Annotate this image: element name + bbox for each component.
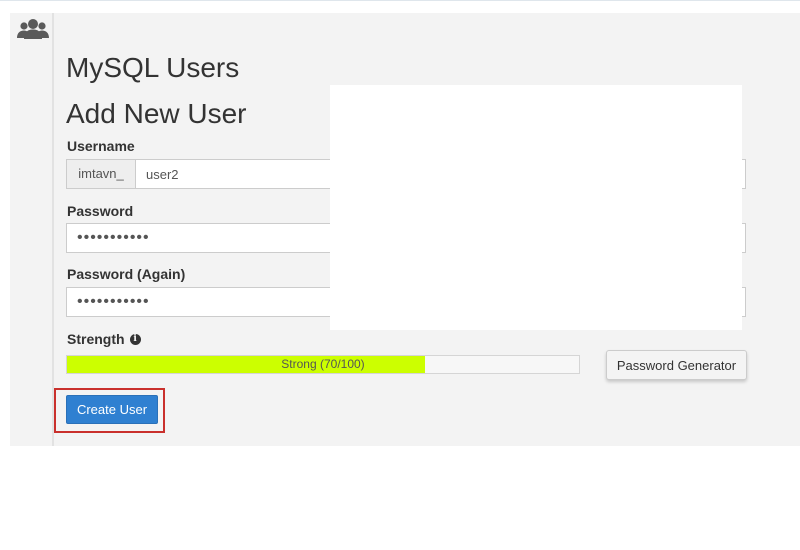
create-user-button[interactable]: Create User — [66, 395, 158, 424]
username-prefix: imtavn_ — [66, 159, 136, 189]
strength-meter-text: Strong (70/100) — [281, 357, 365, 371]
sidebar-divider — [52, 13, 54, 446]
strength-meter: Strong (70/100) — [66, 355, 580, 374]
info-icon[interactable]: i — [129, 333, 141, 345]
redacted-area — [330, 85, 742, 330]
password-again-label: Password (Again) — [67, 266, 186, 282]
strength-label-row: Strength i — [67, 331, 141, 347]
top-border-line — [0, 0, 800, 1]
section-title: Add New User — [66, 98, 247, 129]
password-generator-button[interactable]: Password Generator — [606, 350, 747, 380]
users-icon — [17, 17, 49, 41]
strength-label: Strength — [67, 331, 125, 347]
page-title: MySQL Users — [66, 52, 240, 83]
username-label: Username — [67, 138, 135, 154]
password-label: Password — [67, 203, 134, 219]
